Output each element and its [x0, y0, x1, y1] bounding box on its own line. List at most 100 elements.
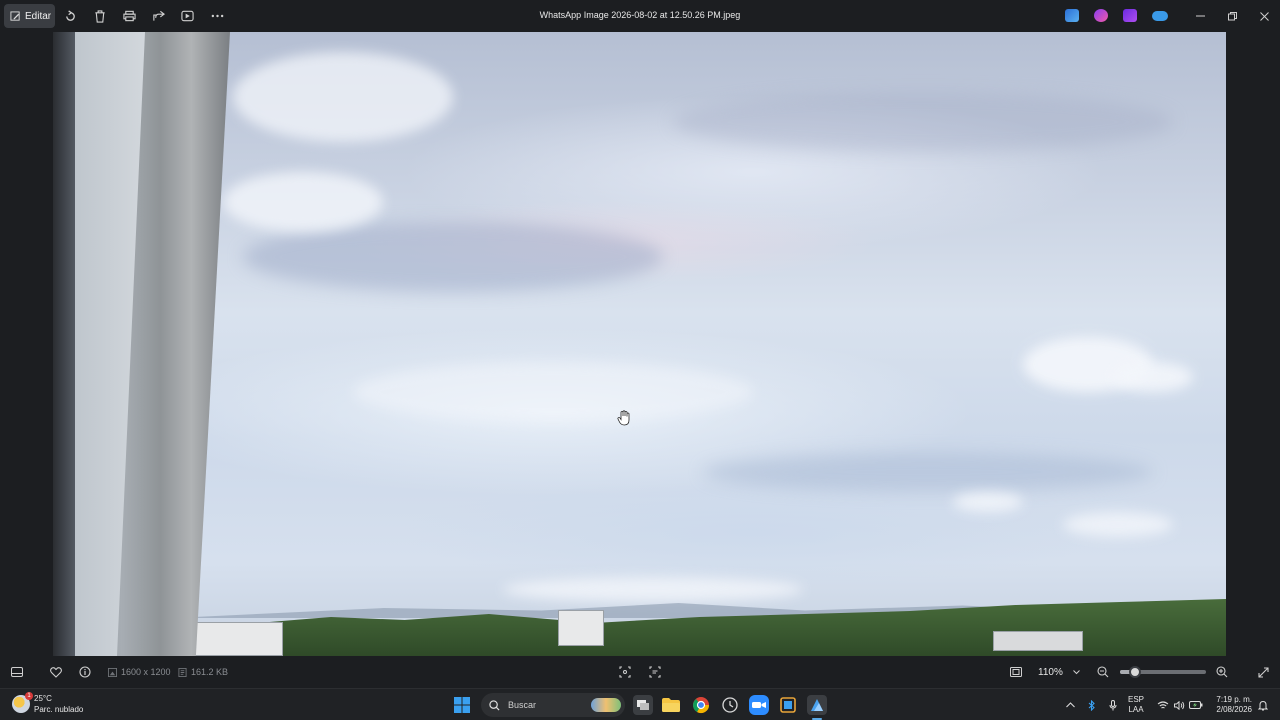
file-size-text: 161.2 KB: [191, 667, 229, 677]
print-button[interactable]: [121, 8, 137, 24]
language-code: ESP: [1128, 695, 1145, 704]
close-button[interactable]: [1256, 8, 1272, 24]
scan-text-icon: [649, 666, 661, 678]
bluetooth-icon: [1088, 699, 1095, 711]
filmstrip-button[interactable]: [9, 664, 25, 680]
zoom-app-button[interactable]: [749, 695, 769, 715]
clock-icon: [722, 697, 738, 713]
clipchamp-app-icon[interactable]: [1123, 9, 1137, 22]
speaker-icon: [1173, 700, 1184, 710]
zoom-in-icon: [1216, 666, 1228, 678]
zoom-app-icon: [752, 702, 766, 708]
minimize-icon: [1195, 15, 1205, 17]
rotate-button[interactable]: [62, 8, 78, 24]
clock-app-button[interactable]: [720, 695, 740, 715]
keyboard-layout: LAA: [1128, 705, 1144, 714]
chevron-down-icon: [1072, 669, 1080, 674]
more-options-button[interactable]: [209, 8, 225, 24]
wifi-tray[interactable]: [1156, 697, 1170, 713]
visual-search-button[interactable]: [647, 664, 663, 680]
photo-canvas[interactable]: [53, 32, 1226, 656]
heart-icon: [50, 666, 62, 678]
photos-app-window: Editar WhatsApp Image 2026-08-02 at 12.5…: [0, 0, 1280, 688]
windows-logo-icon: [454, 697, 470, 713]
image-dimensions-text: 1600 x 1200: [121, 667, 171, 677]
app-window-icon: [780, 697, 796, 713]
title-bar: Editar WhatsApp Image 2026-08-02 at 12.5…: [0, 0, 1280, 32]
filmstrip-icon: [11, 667, 23, 677]
crop-icon: [619, 666, 631, 678]
notifications-button[interactable]: [1256, 697, 1270, 713]
info-button[interactable]: [77, 664, 93, 680]
zoom-in-button[interactable]: [1214, 664, 1230, 680]
clock-date: 2/08/2026: [1216, 705, 1252, 714]
fit-to-window-button[interactable]: [1008, 664, 1024, 680]
window-frame-foreground: [53, 32, 233, 656]
edit-button[interactable]: Editar: [4, 4, 55, 28]
search-icon: [489, 699, 500, 711]
crop-button[interactable]: [617, 664, 633, 680]
expand-icon: [1257, 666, 1269, 678]
image-size-icon: [108, 667, 117, 677]
edit-icon: [10, 10, 20, 21]
system-clock[interactable]: 7:19 p. m. 2/08/2026: [1206, 695, 1252, 715]
rotate-icon: [65, 9, 75, 21]
folder-icon: [662, 698, 680, 712]
restore-icon: [1227, 11, 1237, 20]
photos-taskbar-button[interactable]: [807, 695, 827, 715]
volume-tray[interactable]: [1172, 697, 1186, 713]
info-icon: [79, 666, 91, 678]
chevron-up-icon: [1065, 702, 1075, 708]
print-icon: [122, 10, 136, 22]
input-language-indicator[interactable]: ESP LAA: [1128, 695, 1144, 715]
file-explorer-button[interactable]: [661, 695, 681, 715]
favorite-button[interactable]: [48, 664, 64, 680]
windows-taskbar: 1 25°C Parc. nublado Buscar ESP LAA 7:19…: [0, 688, 1280, 720]
edit-button-label: Editar: [25, 10, 52, 22]
share-button[interactable]: [150, 8, 166, 24]
minimize-button[interactable]: [1192, 8, 1208, 24]
show-hidden-icons-button[interactable]: [1063, 697, 1077, 713]
task-view-button[interactable]: [633, 695, 653, 715]
start-button[interactable]: [452, 695, 472, 715]
bottom-toolbar: 1600 x 1200 161.2 KB 110%: [0, 656, 1280, 688]
zoom-out-button[interactable]: [1095, 664, 1111, 680]
zoom-slider[interactable]: [1120, 666, 1206, 678]
search-placeholder: Buscar: [508, 700, 537, 710]
zoom-level: 110%: [1038, 666, 1063, 678]
restore-button[interactable]: [1224, 8, 1240, 24]
weather-temperature: 25°C: [34, 694, 52, 703]
battery-tray[interactable]: [1189, 697, 1203, 713]
landscape-horizon: [173, 586, 1226, 656]
zoom-slider-thumb[interactable]: [1128, 666, 1141, 678]
weather-notification-badge: 1: [25, 692, 33, 700]
generic-app-button[interactable]: [778, 695, 798, 715]
file-size: 161.2 KB: [178, 667, 228, 677]
share-icon: [152, 10, 165, 21]
slideshow-icon: [180, 10, 194, 22]
chrome-button[interactable]: [691, 695, 711, 715]
zoom-dropdown[interactable]: 110%: [1030, 661, 1084, 683]
fullscreen-button[interactable]: [1255, 664, 1271, 680]
clock-time: 7:19 p. m.: [1216, 695, 1252, 704]
hand-cursor-icon: [617, 410, 630, 426]
zoom-out-icon: [1097, 666, 1109, 678]
weather-widget[interactable]: 1 25°C Parc. nublado: [12, 692, 84, 715]
wifi-icon: [1157, 700, 1169, 708]
notification-bell-icon: [1258, 700, 1268, 710]
delete-button[interactable]: [92, 8, 108, 24]
weather-description: Parc. nublado: [34, 705, 84, 714]
designer-app-icon[interactable]: [1094, 9, 1108, 22]
task-view-icon: [637, 700, 649, 710]
bluetooth-tray[interactable]: [1085, 697, 1099, 713]
photos-app-icon[interactable]: [1065, 9, 1079, 22]
window-title: WhatsApp Image 2026-08-02 at 12.50.26 PM…: [539, 10, 741, 20]
slideshow-button[interactable]: [179, 8, 195, 24]
image-dimensions: 1600 x 1200: [108, 667, 171, 677]
partly-cloudy-icon: 1: [12, 692, 33, 713]
microphone-tray[interactable]: [1106, 697, 1120, 713]
taskbar-search[interactable]: Buscar: [481, 693, 625, 717]
search-highlight-image: [591, 698, 621, 712]
onedrive-cloud-icon[interactable]: [1152, 11, 1168, 21]
more-icon: [211, 14, 223, 18]
